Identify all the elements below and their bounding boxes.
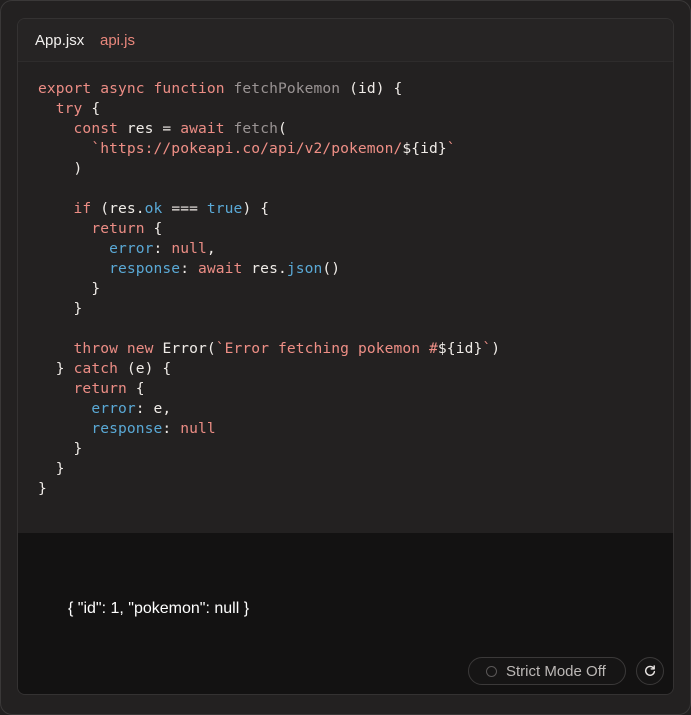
code-line: return { — [73, 380, 145, 397]
refresh-button[interactable] — [636, 657, 664, 685]
code-line: ) — [73, 160, 83, 177]
strict-mode-toggle[interactable]: Strict Mode Off — [468, 657, 626, 685]
code-editor[interactable]: export async function fetchPokemon (id) … — [18, 62, 673, 533]
code-line: } — [55, 460, 65, 477]
code-line: } catch (e) { — [55, 360, 172, 377]
code-line: error: e, — [91, 400, 172, 417]
refresh-icon — [645, 665, 656, 676]
output-result: { "id": 1, "pokemon": null } — [68, 600, 250, 617]
code-line: response: null — [91, 420, 216, 437]
code-line: response: await res.json() — [109, 260, 341, 277]
output-pane: { "id": 1, "pokemon": null } Strict Mode… — [18, 533, 673, 694]
code-line: try { — [55, 100, 101, 117]
tab-api-js[interactable]: api.js — [100, 32, 135, 50]
code-line: error: null, — [109, 240, 216, 257]
code-line: } — [73, 300, 83, 317]
editor-window: App.jsx api.js export async function fet… — [17, 18, 674, 695]
code-line: export async function fetchPokemon (id) … — [38, 80, 403, 97]
code-line: return { — [91, 220, 163, 237]
tab-app-jsx[interactable]: App.jsx — [35, 32, 84, 50]
code-line: const res = await fetch( — [73, 120, 287, 137]
code-line: } — [73, 440, 83, 457]
code-line: `https://pokeapi.co/api/v2/pokemon/${id}… — [91, 140, 456, 157]
tab-bar: App.jsx api.js — [18, 19, 673, 62]
toggle-circle-icon — [486, 666, 497, 677]
code-line: if (res.ok === true) { — [73, 200, 270, 217]
code-line: } — [91, 280, 101, 297]
code-line: throw new Error(`Error fetching pokemon … — [73, 340, 501, 357]
strict-mode-label: Strict Mode Off — [506, 663, 606, 680]
code-line: } — [38, 480, 47, 497]
page-frame: App.jsx api.js export async function fet… — [0, 0, 691, 715]
